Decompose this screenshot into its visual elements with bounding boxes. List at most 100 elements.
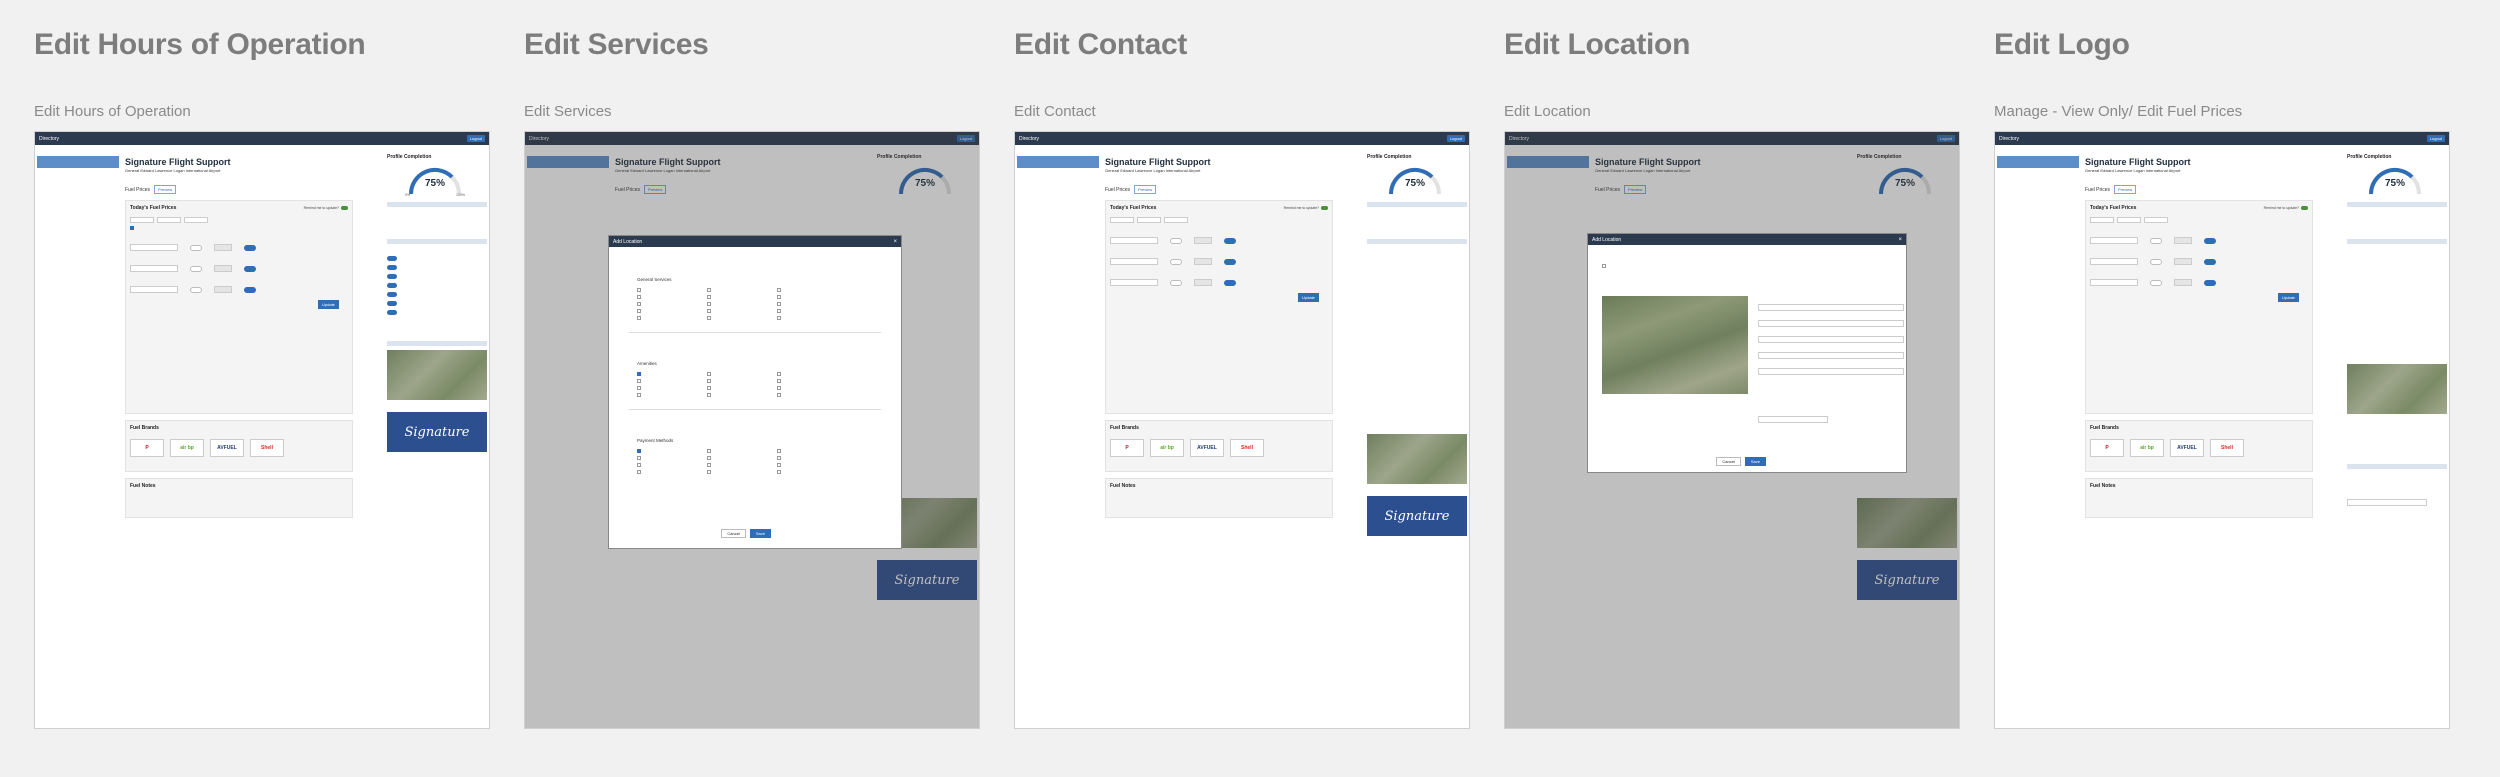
payment-checkbox[interactable] <box>777 456 847 460</box>
fbo-field[interactable] <box>1758 320 1904 327</box>
amenity-checkbox[interactable] <box>637 393 707 397</box>
hours-row[interactable] <box>387 281 487 290</box>
payment-checkbox[interactable] <box>777 470 847 474</box>
update-button[interactable]: Update <box>318 300 339 309</box>
cancel-button[interactable]: Cancel <box>721 529 746 538</box>
service-checkbox[interactable] <box>707 295 777 299</box>
logout-button[interactable]: Logout <box>466 135 485 142</box>
logout-button[interactable]: Logout <box>2426 135 2445 142</box>
fuel-row[interactable] <box>130 244 348 251</box>
update-button[interactable]: Update <box>1298 293 1319 302</box>
fuel-row[interactable] <box>2090 237 2308 244</box>
save-button[interactable]: Save <box>1744 457 1766 466</box>
fuel-row[interactable] <box>2090 258 2308 265</box>
sidebar-item[interactable] <box>1997 176 2079 184</box>
fuel-row[interactable] <box>2090 279 2308 286</box>
amenity-checkbox[interactable] <box>637 379 707 383</box>
payment-checkbox[interactable] <box>777 463 847 467</box>
fuel-filters[interactable] <box>130 217 348 223</box>
hours-row[interactable] <box>387 254 487 263</box>
payment-checkbox[interactable] <box>637 470 707 474</box>
service-checkbox[interactable] <box>777 288 847 292</box>
fuel-row[interactable] <box>1110 279 1328 286</box>
logout-button[interactable]: Logout <box>1446 135 1465 142</box>
service-checkbox[interactable] <box>637 295 707 299</box>
airport-select[interactable] <box>1758 304 1904 311</box>
tab-preview[interactable]: Preview <box>154 185 177 194</box>
payment-checkbox[interactable] <box>707 449 777 453</box>
tab-fuel-prices[interactable]: Fuel Prices <box>1105 187 1130 193</box>
tab-fuel-prices[interactable]: Fuel Prices <box>2085 187 2110 193</box>
sidebar-item[interactable] <box>1997 168 2079 176</box>
fuel-filters[interactable] <box>1110 217 1328 223</box>
map-thumbnail[interactable] <box>1367 434 1467 484</box>
hours-row[interactable] <box>387 272 487 281</box>
service-checkbox[interactable] <box>637 302 707 306</box>
amenity-checkbox[interactable] <box>707 379 777 383</box>
service-checkbox[interactable] <box>637 288 707 292</box>
amenity-checkbox[interactable] <box>777 386 847 390</box>
close-icon[interactable]: × <box>893 239 897 245</box>
fuel-filters[interactable] <box>2090 217 2308 223</box>
city-field[interactable] <box>1758 336 1904 343</box>
fuel-row[interactable] <box>1110 258 1328 265</box>
address-field[interactable] <box>1758 352 1904 359</box>
remind-toggle[interactable]: Remind me to update? <box>304 206 348 210</box>
hours-row[interactable] <box>387 308 487 317</box>
amenity-checkbox[interactable] <box>777 372 847 376</box>
sidebar-item-active[interactable] <box>1997 156 2079 168</box>
tab-preview[interactable]: Preview <box>1134 185 1157 194</box>
service-checkbox[interactable] <box>707 309 777 313</box>
cancel-button[interactable]: Cancel <box>1716 457 1741 466</box>
hours-row[interactable] <box>387 290 487 299</box>
country-select[interactable] <box>1758 416 1828 423</box>
fuel-row[interactable] <box>1110 237 1328 244</box>
service-checkbox[interactable] <box>777 316 847 320</box>
logo-file-input[interactable] <box>2347 499 2427 506</box>
service-checkbox[interactable] <box>777 302 847 306</box>
service-checkbox[interactable] <box>637 316 707 320</box>
payment-checkbox[interactable] <box>707 456 777 460</box>
tab-fuel-prices[interactable]: Fuel Prices <box>125 187 150 193</box>
payment-checkbox[interactable] <box>637 463 707 467</box>
signature-logo[interactable]: Signature <box>1367 496 1467 536</box>
map-thumbnail[interactable] <box>2347 364 2447 414</box>
signature-logo[interactable]: Signature <box>387 412 487 452</box>
amenity-checkbox[interactable] <box>777 379 847 383</box>
amenity-checkbox[interactable] <box>637 386 707 390</box>
payment-checkbox[interactable] <box>777 449 847 453</box>
service-checkbox[interactable] <box>637 309 707 313</box>
sidebar-item[interactable] <box>1017 168 1099 176</box>
service-checkbox[interactable] <box>707 316 777 320</box>
sidebar-item[interactable] <box>37 168 119 176</box>
hours-row[interactable] <box>387 263 487 272</box>
sidebar-item[interactable] <box>37 176 119 184</box>
update-button[interactable]: Update <box>2278 293 2299 302</box>
payment-checkbox[interactable] <box>637 456 707 460</box>
amenity-checkbox[interactable] <box>707 372 777 376</box>
payment-checkbox[interactable] <box>707 470 777 474</box>
sidebar-item[interactable] <box>1017 176 1099 184</box>
fuel-row[interactable] <box>130 265 348 272</box>
location-map[interactable] <box>1602 296 1748 394</box>
map-thumbnail[interactable] <box>387 350 487 400</box>
fuel-row[interactable] <box>130 286 348 293</box>
amenity-checkbox[interactable] <box>637 372 707 376</box>
service-checkbox[interactable] <box>707 302 777 306</box>
close-icon[interactable]: × <box>1898 237 1902 243</box>
payment-checkbox[interactable] <box>637 449 707 453</box>
service-checkbox[interactable] <box>707 288 777 292</box>
state-field[interactable] <box>1758 368 1904 375</box>
same-location-checkbox[interactable] <box>1602 264 1606 268</box>
service-checkbox[interactable] <box>777 295 847 299</box>
service-checkbox[interactable] <box>777 309 847 313</box>
save-button[interactable]: Save <box>749 529 771 538</box>
amenity-checkbox[interactable] <box>707 386 777 390</box>
sidebar-item-active[interactable] <box>1017 156 1099 168</box>
payment-checkbox[interactable] <box>707 463 777 467</box>
sidebar-item[interactable] <box>37 184 119 192</box>
remind-toggle[interactable]: Remind me to update? <box>2264 206 2308 210</box>
hours-row[interactable] <box>387 299 487 308</box>
amenity-checkbox[interactable] <box>777 393 847 397</box>
sidebar-item-active[interactable] <box>37 156 119 168</box>
